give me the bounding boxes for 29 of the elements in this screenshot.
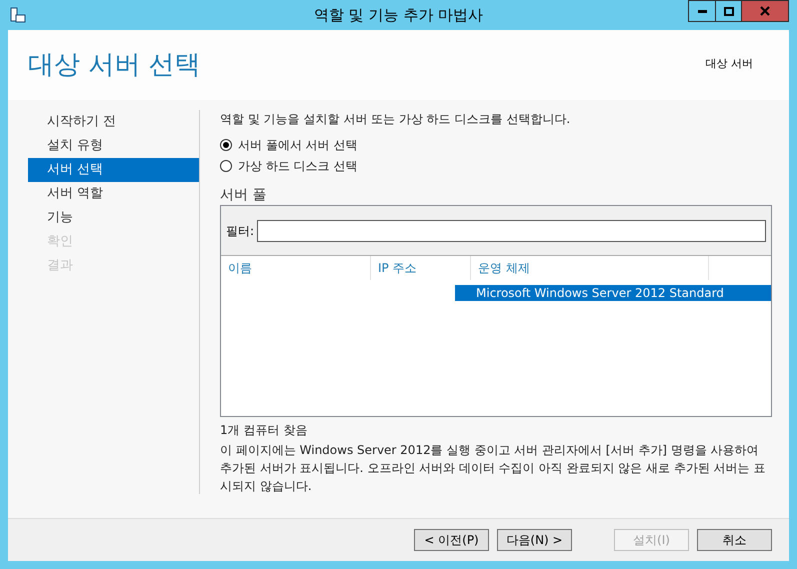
column-header[interactable]: 이름 [221,256,371,280]
column-header[interactable]: IP 주소 [371,256,471,280]
wizard-button[interactable]: 다음(N) > [497,529,572,551]
radio-button[interactable] [220,139,232,151]
radio-label: 가상 하드 디스크 선택 [238,158,358,175]
wizard-button[interactable]: 취소 [697,529,772,551]
wizard-icon [10,7,26,23]
table-row[interactable]: Microsoft Windows Server 2012 Standard [455,285,771,301]
close-button[interactable] [742,0,789,22]
destination-label: 대상 서버 [706,56,754,72]
window-title: 역할 및 기능 추가 마법사 [314,4,484,26]
nav-item[interactable]: 기능 [28,206,199,230]
intro-text: 역할 및 기능을 설치할 서버 또는 가상 하드 디스크를 선택합니다. [220,111,572,128]
result-count: 1개 컴퓨터 찾음 [220,422,308,439]
radio-button[interactable] [220,160,232,172]
note-text: 이 페이지에는 Windows Server 2012를 실행 중이고 서버 관리자에서 [서버 추가] 명령을 사용하여 추가된 서버가 표시됩니다. 오프라인 서버와 데이터 수집이 아직 완료되지 않은 새로 추가된 서버는 표시되지 않습니다. [220,442,766,495]
wizard-button[interactable]: < 이전(P) [414,529,489,551]
nav-item[interactable]: 서버 역할 [28,182,199,206]
minimize-button[interactable] [688,0,716,22]
filter-label: 필터: [226,222,254,240]
column-header[interactable]: 운영 체제 [471,256,709,280]
page-title: 대상 서버 선택 [28,52,201,82]
radio-label: 서버 풀에서 서버 선택 [238,137,358,154]
section-title: 서버 풀 [220,186,268,205]
nav-item[interactable]: 시작하기 전 [28,110,199,134]
filter-field[interactable] [257,220,766,242]
close-icon [760,6,770,16]
nav-item[interactable]: 설치 유형 [28,134,199,158]
nav-item[interactable]: 서버 선택 [28,158,199,182]
